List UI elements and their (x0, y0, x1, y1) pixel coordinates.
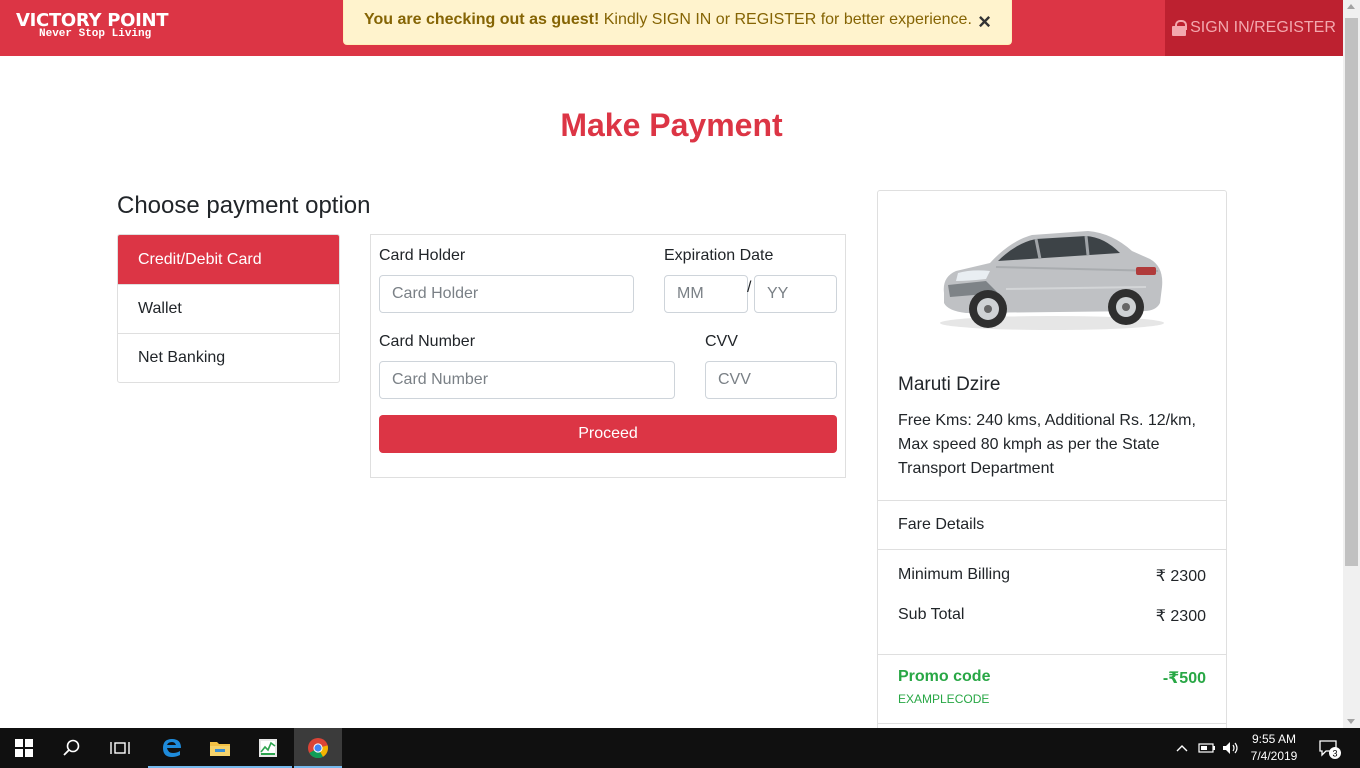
guest-checkout-alert: You are checking out as guest! Kindly SI… (343, 0, 1012, 45)
expiration-date-label: Expiration Date (664, 247, 774, 264)
promo-code-text: EXAMPLECODE (898, 692, 990, 706)
windows-taskbar: 9:55 AM 7/4/2019 3 (0, 728, 1360, 768)
show-hidden-icons-chevron-icon[interactable] (1172, 728, 1192, 768)
file-explorer-icon[interactable] (196, 728, 244, 768)
page: VICTORY POINT Never Stop Living You are … (0, 0, 1343, 728)
scroll-up-arrow-icon[interactable] (1347, 4, 1355, 9)
payment-section-title: Choose payment option (117, 192, 371, 219)
clock-date: 7/4/2019 (1250, 749, 1298, 763)
cvv-input[interactable] (705, 361, 837, 399)
card-payment-form: Card Holder Expiration Date / Card Numbe… (370, 234, 846, 478)
divider (878, 500, 1226, 501)
promo-discount-value: -₹500 (1162, 670, 1206, 687)
battery-icon[interactable] (1196, 728, 1218, 768)
action-center-icon[interactable]: 3 (1314, 728, 1344, 768)
scrollbar-thumb[interactable] (1345, 18, 1358, 566)
payment-option-card[interactable]: Credit/Debit Card (118, 235, 339, 284)
sub-total-label: Sub Total (898, 606, 965, 623)
proceed-button[interactable]: Proceed (379, 415, 837, 453)
card-holder-label: Card Holder (379, 247, 466, 264)
scroll-down-arrow-icon[interactable] (1347, 719, 1355, 724)
volume-icon[interactable] (1220, 728, 1242, 768)
card-holder-input[interactable] (379, 275, 634, 313)
notification-count: 3 (1332, 749, 1337, 759)
close-icon[interactable]: × (978, 8, 991, 36)
page-title: Make Payment (560, 107, 783, 143)
brand-logo[interactable]: VICTORY POINT Never Stop Living (16, 11, 169, 40)
minimum-billing-label: Minimum Billing (898, 566, 1011, 583)
signin-register-button[interactable]: SIGN IN/REGISTER (1165, 0, 1343, 56)
taskbar-clock[interactable]: 9:55 AM 7/4/2019 (1242, 731, 1306, 765)
expiry-separator: / (747, 279, 752, 296)
clock-time: 9:55 AM (1251, 732, 1297, 746)
booking-summary-card: Maruti Dzire Free Kms: 240 kms, Addition… (877, 190, 1227, 728)
car-description: Free Kms: 240 kms, Additional Rs. 12/km,… (898, 412, 1196, 477)
fare-details-heading: Fare Details (898, 516, 985, 533)
alert-text: Kindly SIGN IN or REGISTER for better ex… (599, 11, 972, 28)
card-number-input[interactable] (379, 361, 675, 399)
windows-start-icon[interactable] (0, 728, 48, 768)
divider (878, 654, 1226, 655)
signin-register-label: SIGN IN/REGISTER (1190, 19, 1336, 36)
top-navbar: VICTORY POINT Never Stop Living You are … (0, 0, 1343, 56)
page-scrollbar[interactable] (1343, 0, 1360, 728)
lock-icon (1172, 20, 1188, 36)
promo-code-label: Promo code (898, 668, 991, 685)
edge-browser-icon[interactable] (148, 728, 196, 768)
car-image (940, 231, 1164, 330)
chrome-browser-icon[interactable] (294, 728, 342, 768)
minimum-billing-value: ₹ 2300 (1155, 568, 1206, 585)
expiry-month-input[interactable] (664, 275, 748, 313)
payment-option-wallet[interactable]: Wallet (118, 284, 339, 333)
alert-bold-text: You are checking out as guest! (364, 11, 600, 28)
divider (878, 549, 1226, 550)
cvv-label: CVV (705, 333, 738, 350)
expiry-year-input[interactable] (754, 275, 837, 313)
search-icon[interactable] (48, 728, 96, 768)
task-view-icon[interactable] (96, 728, 144, 768)
payment-option-net-banking[interactable]: Net Banking (118, 333, 339, 382)
payment-option-list: Credit/Debit Card Wallet Net Banking (117, 234, 340, 383)
card-number-label: Card Number (379, 333, 476, 350)
brand-tagline: Never Stop Living (39, 28, 152, 40)
car-name: Maruti Dzire (898, 374, 1001, 395)
task-manager-icon[interactable] (244, 728, 292, 768)
sub-total-value: ₹ 2300 (1155, 608, 1206, 625)
divider (878, 723, 1226, 724)
